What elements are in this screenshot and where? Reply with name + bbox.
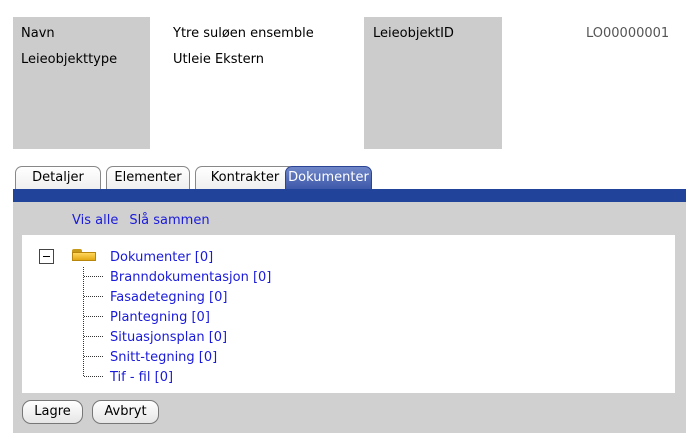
leieobjektid-value: LO00000001 — [586, 26, 670, 41]
leieobjektid-label: LeieobjektID — [373, 26, 454, 41]
document-tree: Dokumenter [0] Branndokumentasjon [0] Fa… — [22, 235, 675, 393]
tab-dokumenter[interactable]: Dokumenter — [285, 166, 372, 191]
collapse-toggle-icon[interactable] — [39, 249, 54, 264]
cancel-button[interactable]: Avbryt — [92, 400, 159, 424]
tree-child-node[interactable]: Branndokumentasjon [0] — [110, 270, 271, 285]
tab-elementer[interactable]: Elementer — [106, 166, 190, 191]
leieobjekttype-value: Utleie Ekstern — [173, 52, 264, 67]
navn-label: Navn — [21, 26, 55, 41]
tree-connector — [83, 267, 84, 376]
show-all-link[interactable]: Vis alle — [72, 213, 118, 228]
tree-root-node[interactable]: Dokumenter [0] — [110, 250, 213, 265]
save-button[interactable]: Lagre — [22, 400, 83, 424]
tree-child-node[interactable]: Situasjonsplan [0] — [110, 330, 227, 345]
tree-controls: Vis alle Slå sammen — [72, 213, 221, 228]
documents-panel: Vis alle Slå sammen Dokumenter [0] Brannd… — [13, 202, 686, 433]
tree-child-node[interactable]: Fasadetegning [0] — [110, 290, 227, 305]
tree-child-node[interactable]: Tif - fil [0] — [110, 370, 173, 385]
leieobjekttype-label: Leieobjekttype — [21, 52, 118, 67]
folder-icon — [72, 249, 96, 261]
tree-child-node[interactable]: Plantegning [0] — [110, 310, 210, 325]
tab-kontrakter[interactable]: Kontrakter — [195, 166, 295, 191]
tab-detaljer[interactable]: Detaljer — [15, 166, 101, 191]
tree-child-node[interactable]: Snitt-tegning [0] — [110, 350, 217, 365]
tab-underline-bar — [13, 189, 686, 202]
collapse-all-link[interactable]: Slå sammen — [129, 213, 209, 228]
navn-value: Ytre suløen ensemble — [173, 26, 314, 41]
